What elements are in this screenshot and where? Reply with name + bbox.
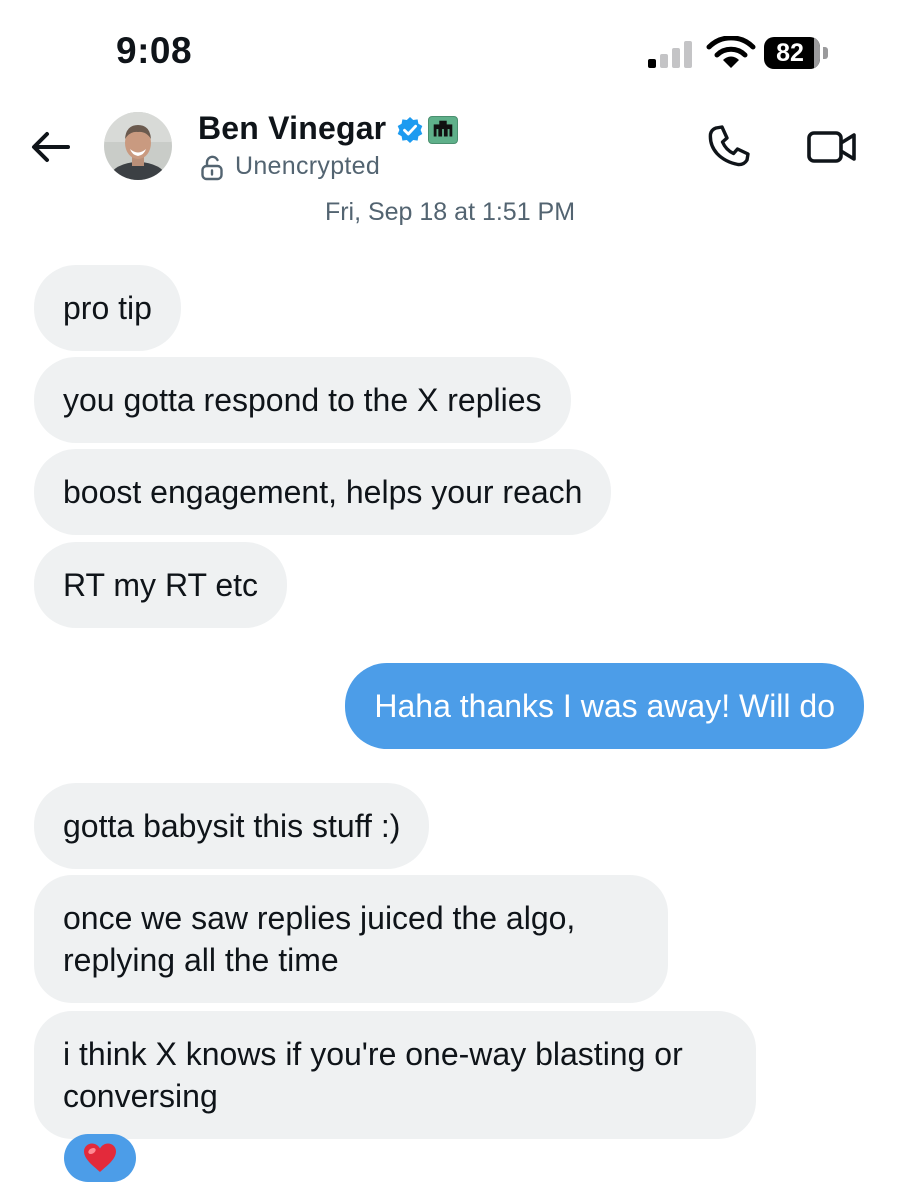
incoming-message-bubble[interactable]: you gotta respond to the X replies [34, 357, 571, 443]
verified-badge-icon [397, 117, 423, 143]
incoming-message-bubble[interactable]: pro tip [34, 265, 181, 351]
incoming-message-bubble[interactable]: i think X knows if you're one-way blasti… [34, 1011, 756, 1139]
message-reaction[interactable] [64, 1134, 136, 1182]
contact-name[interactable]: Ben Vinegar [198, 110, 386, 147]
phone-icon[interactable] [706, 123, 752, 169]
message-text: RT my RT etc [63, 567, 259, 603]
incoming-message-bubble[interactable]: gotta babysit this stuff :) [34, 783, 430, 869]
incoming-message-bubble[interactable]: RT my RT etc [34, 542, 288, 628]
conversation-timestamp: Fri, Sep 18 at 1:51 PM [324, 198, 576, 226]
video-camera-icon[interactable] [806, 127, 858, 167]
avatar[interactable] [104, 112, 172, 180]
message-text: pro tip [63, 290, 152, 326]
incoming-message-bubble[interactable]: boost engagement, helps your reach [34, 449, 612, 535]
message-text: once we saw replies juiced the algo, rep… [63, 900, 576, 978]
affiliate-badge-icon [428, 116, 458, 144]
red-heart-icon [84, 1143, 116, 1172]
status-time: 9:08 [116, 30, 193, 71]
unlocked-lock-icon [201, 155, 223, 181]
cellular-signal-icon [648, 40, 694, 68]
battery-cap [823, 47, 828, 59]
message-text: gotta babysit this stuff :) [63, 808, 401, 844]
message-text: you gotta respond to the X replies [63, 382, 542, 418]
battery-indicator: 82 [764, 37, 820, 69]
message-text: i think X knows if you're one-way blasti… [63, 1036, 683, 1114]
message-text: Haha thanks I was away! Will do [374, 688, 835, 724]
encryption-status: Unencrypted [235, 152, 381, 180]
incoming-message-bubble[interactable]: once we saw replies juiced the algo, rep… [34, 875, 668, 1003]
battery-level: 82 [776, 39, 804, 67]
outgoing-message-bubble[interactable]: Haha thanks I was away! Will do [345, 663, 864, 749]
message-text: boost engagement, helps your reach [63, 474, 583, 510]
wifi-icon [706, 36, 756, 68]
back-arrow-icon[interactable] [28, 124, 74, 170]
